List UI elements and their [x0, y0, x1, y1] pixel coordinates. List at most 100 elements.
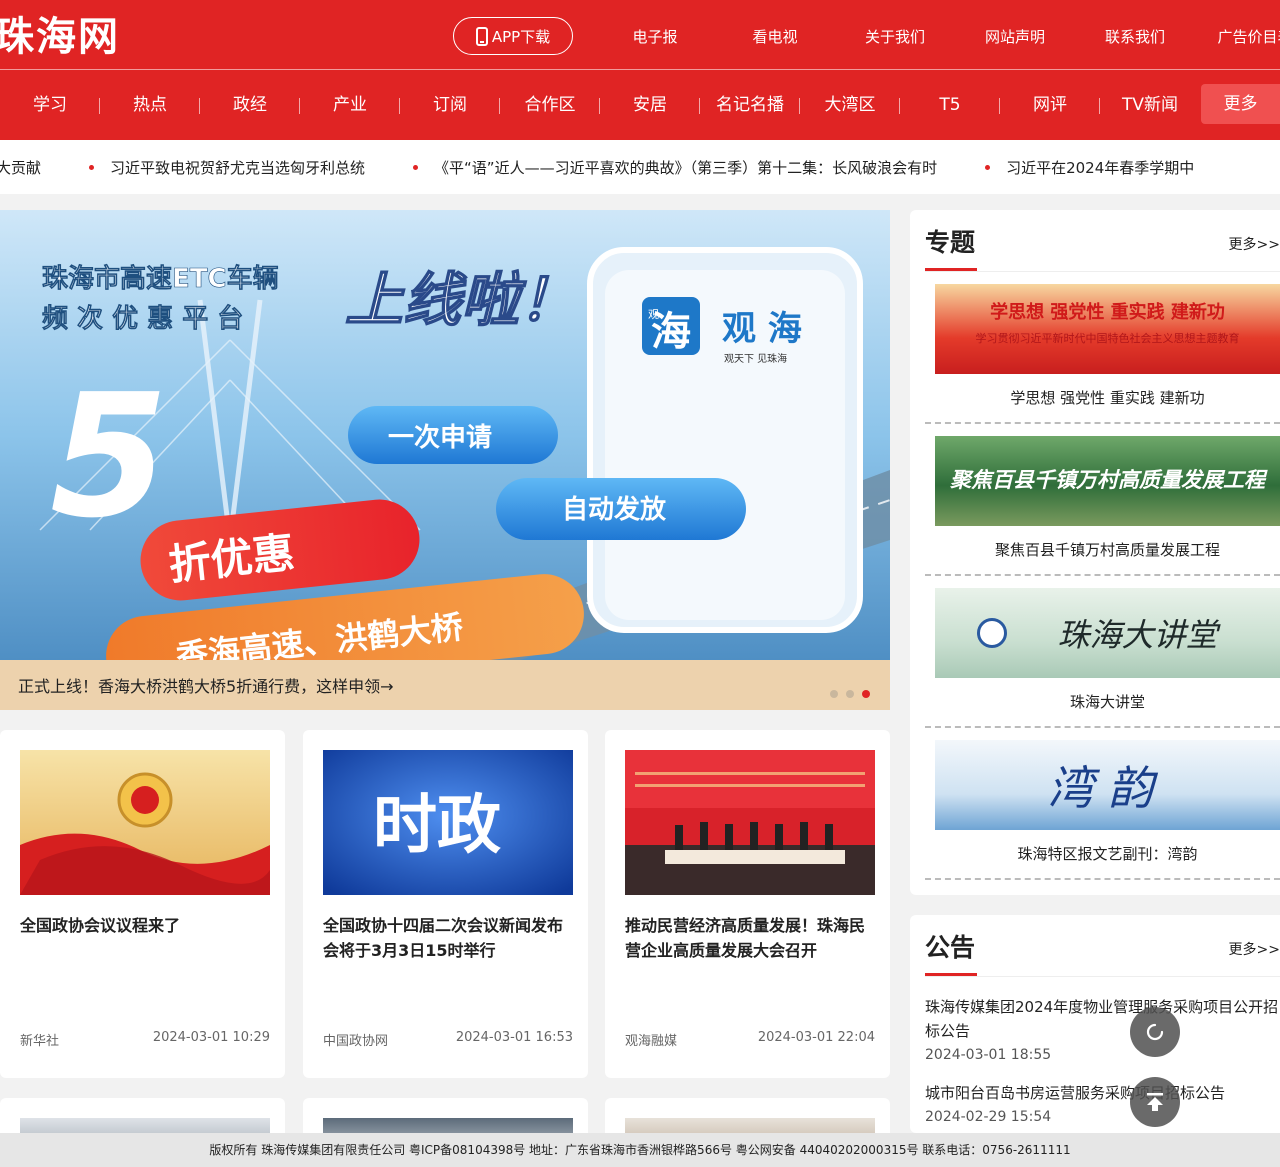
topic-image: 珠海大讲堂	[935, 588, 1280, 678]
notices-more-link[interactable]: 更多>>	[1229, 939, 1280, 959]
banner-dot-active[interactable]	[862, 690, 870, 698]
ticker-track: 大贡献 习近平致电祝贺舒尤克当选匈牙利总统 《平“语”近人——习近平喜欢的典故》…	[0, 140, 1242, 194]
topics-more-link[interactable]: 更多>>	[1229, 234, 1280, 254]
topic-item[interactable]: 珠海大讲堂 珠海大讲堂	[925, 576, 1280, 728]
banner-dot[interactable]	[846, 690, 854, 698]
notices-title: 公告	[925, 929, 978, 976]
card-time: 2024-03-01 22:04	[757, 1030, 875, 1045]
banner-big-number: 5	[50, 358, 168, 556]
back-to-top-button[interactable]	[1130, 1077, 1180, 1127]
banner-image: 珠海市高速ETC车辆 频 次 优 惠 平 台 上线啦！ 5 海 观 观 海 观天…	[0, 210, 890, 660]
top-link-epaper[interactable]: 电子报	[595, 26, 715, 47]
notice-title: 珠海传媒集团2024年度物业管理服务采购项目公开招标公告	[925, 998, 1279, 1040]
nav-hot[interactable]: 热点	[100, 70, 200, 140]
card-title[interactable]: 全国政协会议议程来了	[20, 913, 275, 938]
nav-cooperation-zone[interactable]: 合作区	[500, 70, 600, 140]
news-card-1[interactable]: 全国政协会议议程来了 新华社 2024-03-01 10:29	[0, 730, 285, 1078]
topic-label: 聚焦百县千镇万村高质量发展工程	[994, 541, 1220, 559]
site-logo[interactable]: 珠海网	[0, 10, 150, 64]
top-link-tv[interactable]: 看电视	[715, 26, 835, 47]
top-link-contact[interactable]: 联系我们	[1075, 26, 1195, 47]
banner-pill-1: 一次申请	[388, 423, 492, 453]
news-card-2[interactable]: 时政 全国政协十四届二次会议新闻发布会将于3月3日15时举行 中国政协网 202…	[303, 730, 588, 1078]
news-card-3[interactable]: 推动民营经济高质量发展！珠海民营企业高质量发展大会召开 观海融媒 2024-03…	[605, 730, 890, 1078]
bullet-icon	[985, 164, 991, 170]
card-image-text: 时政	[373, 789, 501, 863]
nav-housing[interactable]: 安居	[600, 70, 700, 140]
bullet-icon	[413, 164, 419, 170]
top-link-about[interactable]: 关于我们	[835, 26, 955, 47]
topic-label: 珠海特区报文艺副刊：湾韵	[1017, 845, 1198, 863]
nav-tv-news[interactable]: TV新闻	[1100, 70, 1200, 140]
card-time: 2024-03-01 16:53	[455, 1030, 573, 1045]
nav-subscribe[interactable]: 订阅	[400, 70, 500, 140]
banner-app-logo-small: 观	[648, 308, 659, 321]
ticker-item[interactable]: 习近平致电祝贺舒尤克当选匈牙利总统	[89, 157, 365, 178]
topic-item[interactable]: 湾韵 珠海特区报文艺副刊：湾韵	[925, 728, 1280, 880]
top-link-ads[interactable]: 广告价目表	[1195, 26, 1280, 47]
ticker-item[interactable]: 习近平在2024年春季学期中	[985, 157, 1194, 178]
topics-panel: 专题 更多>> 学思想 强党性 重实践 建新功 学习贯彻习近平新时代中国特色社会…	[910, 210, 1280, 895]
notice-title: 城市阳台百岛书房运营服务采购项目招标公告	[925, 1084, 1226, 1102]
top-nav: APP下载 电子报 看电视 关于我们 网站声明 联系我们 广告价目表	[453, 17, 1280, 55]
app-download-label: APP下载	[491, 27, 551, 46]
banner-app-slogan: 观天下 见珠海	[724, 352, 787, 365]
banner-headline-3: 上线啦！	[345, 266, 577, 334]
nav-t5[interactable]: T5	[900, 70, 1000, 140]
topic-item[interactable]: 聚焦百县千镇万村高质量发展工程 聚焦百县千镇万村高质量发展工程	[925, 424, 1280, 576]
banner-app-name: 观 海	[722, 309, 802, 349]
phone-icon	[475, 26, 488, 46]
nav-famous-reporters[interactable]: 名记名播	[700, 70, 800, 140]
nav-industry[interactable]: 产业	[300, 70, 400, 140]
notice-date: 2024-03-01 18:55	[925, 1047, 1052, 1063]
ticker-item[interactable]: 大贡献	[0, 157, 41, 178]
news-ticker: 大贡献 习近平致电祝贺舒尤克当选匈牙利总统 《平“语”近人——习近平喜欢的典故》…	[0, 140, 1280, 194]
nav-more-button[interactable]: 更多	[1201, 84, 1280, 124]
notice-date: 2024-02-29 15:54	[925, 1109, 1052, 1125]
notice-item[interactable]: 珠海传媒集团2024年度物业管理服务采购项目公开招标公告 2024-03-01 …	[925, 995, 1280, 1063]
card-meta: 新华社 2024-03-01 10:29	[20, 1030, 270, 1049]
main-nav: 学习 热点 政经 产业 订阅 合作区 安居 名记名播 大湾区 T5 网评 TV新…	[0, 70, 1280, 140]
card-meta: 观海融媒 2024-03-01 22:04	[625, 1030, 875, 1049]
topic-image: 湾韵	[935, 740, 1280, 830]
notices-header: 公告 更多>>	[925, 929, 1280, 977]
card-image	[625, 750, 875, 895]
topic-image: 学思想 强党性 重实践 建新功 学习贯彻习近平新时代中国特色社会主义思想主题教育	[935, 284, 1280, 374]
banner-headline-2: 频 次 优 惠 平 台	[42, 303, 243, 334]
notices-panel: 公告 更多>> 珠海传媒集团2024年度物业管理服务采购项目公开招标公告 202…	[910, 915, 1280, 1133]
nav-politics[interactable]: 政经	[200, 70, 300, 140]
banner-pagination	[830, 690, 870, 698]
topic-item[interactable]: 学思想 强党性 重实践 建新功 学习贯彻习近平新时代中国特色社会主义思想主题教育…	[925, 272, 1280, 424]
card-source: 中国政协网	[323, 1034, 389, 1049]
card-title[interactable]: 推动民营经济高质量发展！珠海民营企业高质量发展大会召开	[625, 913, 880, 963]
ticker-item[interactable]: 《平“语”近人——习近平喜欢的典故》（第三季）第十二集：长风破浪会有时	[413, 157, 937, 178]
topic-label: 学思想 强党性 重实践 建新功	[1010, 389, 1205, 407]
card-title[interactable]: 全国政协十四届二次会议新闻发布会将于3月3日15时举行	[323, 913, 578, 963]
card-time: 2024-03-01 10:29	[152, 1030, 270, 1045]
site-footer: 版权所有 珠海传媒集团有限责任公司 粤ICP备08104398号 地址：广东省珠…	[0, 1133, 1280, 1167]
banner-caption[interactable]: 正式上线！香海大桥洪鹤大桥5折通行费，这样申领→	[0, 660, 890, 710]
app-download-button[interactable]: APP下载	[453, 17, 573, 55]
arrow-up-icon	[1147, 1093, 1163, 1111]
nav-study[interactable]: 学习	[0, 70, 100, 140]
card-image	[20, 750, 270, 895]
banner-pill-2: 自动发放	[562, 494, 667, 525]
card-source: 新华社	[20, 1034, 60, 1049]
banner-headline-1: 珠海市高速ETC车辆	[42, 263, 279, 294]
refresh-icon	[1146, 1023, 1164, 1041]
site-header: 珠海网 APP下载 电子报 看电视 关于我们 网站声明 联系我们 广告价目表 学…	[0, 0, 1280, 140]
topic-image: 聚焦百县千镇万村高质量发展工程	[935, 436, 1280, 526]
nav-commentary[interactable]: 网评	[1000, 70, 1100, 140]
banner-dot[interactable]	[830, 690, 838, 698]
hero-banner[interactable]: 珠海市高速ETC车辆 频 次 优 惠 平 台 上线啦！ 5 海 观 观 海 观天…	[0, 210, 890, 710]
card-meta: 中国政协网 2024-03-01 16:53	[323, 1030, 573, 1049]
top-link-statement[interactable]: 网站声明	[955, 26, 1075, 47]
card-image: 时政	[323, 750, 573, 895]
card-source: 观海融媒	[625, 1034, 678, 1049]
notice-item[interactable]: 城市阳台百岛书房运营服务采购项目招标公告 2024-02-29 15:54	[925, 1081, 1280, 1125]
topics-header: 专题 更多>>	[925, 224, 1280, 272]
nav-greater-bay[interactable]: 大湾区	[800, 70, 900, 140]
topic-label: 珠海大讲堂	[1069, 693, 1145, 711]
refresh-button[interactable]	[1130, 1007, 1180, 1057]
bullet-icon	[89, 164, 95, 170]
